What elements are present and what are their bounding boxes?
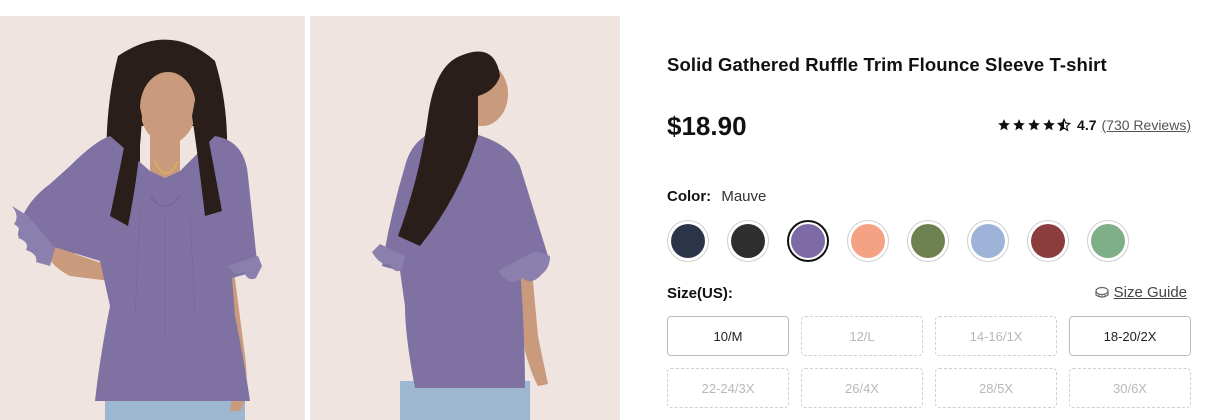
size-option-button[interactable]: 22-24/3X [667,368,789,408]
selected-color-name: Mauve [721,188,767,205]
color-swatches [667,220,1129,262]
color-swatch-fill [731,224,765,258]
color-swatch-fill [971,224,1005,258]
product-price: $18.90 [667,111,747,141]
model-back-illustration [310,16,620,420]
color-swatch[interactable] [667,220,709,262]
product-gallery [0,16,620,420]
star-icon [1028,119,1040,131]
size-label: Size(US): [667,285,733,302]
product-title: Solid Gathered Ruffle Trim Flounce Sleev… [667,54,1107,75]
star-icon [1043,119,1055,131]
size-guide-link[interactable]: Size Guide [1094,284,1187,301]
color-swatch[interactable] [787,220,829,262]
color-swatch[interactable] [847,220,889,262]
size-option-button[interactable]: 28/5X [935,368,1057,408]
star-icon [998,119,1010,131]
color-swatch-fill [1091,224,1125,258]
color-swatch[interactable] [727,220,769,262]
product-photo-back[interactable] [310,16,620,420]
size-guide-label: Size Guide [1113,284,1187,301]
size-option-button[interactable]: 30/6X [1069,368,1191,408]
color-swatch-fill [671,224,705,258]
rating-summary: 4.7 (730 Reviews) [997,117,1191,133]
color-selector-label: Color: Mauve [667,188,766,205]
product-photo-front[interactable] [0,16,305,420]
product-info-panel: Solid Gathered Ruffle Trim Flounce Sleev… [667,0,1191,420]
color-label: Color: [667,188,712,205]
color-swatch-fill [791,224,825,258]
color-swatch[interactable] [967,220,1009,262]
star-icon [1013,119,1025,131]
color-swatch-fill [911,224,945,258]
size-option-button[interactable]: 14-16/1X [935,316,1057,356]
color-swatch[interactable] [907,220,949,262]
color-swatch-fill [851,224,885,258]
size-option-button[interactable]: 18-20/2X [1069,316,1191,356]
size-option-button[interactable]: 26/4X [801,368,923,408]
tape-measure-icon [1095,286,1109,298]
color-swatch[interactable] [1087,220,1129,262]
color-swatch[interactable] [1027,220,1069,262]
half-star-icon [1057,118,1072,132]
color-swatch-fill [1031,224,1065,258]
size-option-button[interactable]: 10/M [667,316,789,356]
rating-stars [997,118,1072,132]
reviews-link[interactable]: (730 Reviews) [1102,117,1191,133]
size-options: 10/M 12/L 14-16/1X 18-20/2X 22-24/3X 26/4X 28/… [667,316,1191,408]
size-option-button[interactable]: 12/L [801,316,923,356]
rating-value: 4.7 [1077,117,1097,133]
model-front-illustration [0,16,305,420]
